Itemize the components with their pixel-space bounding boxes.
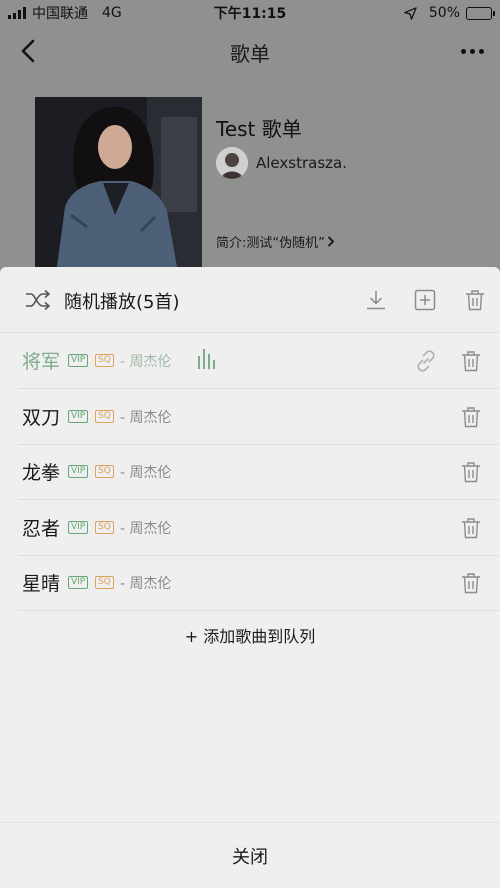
sq-badge: SQ <box>95 576 114 589</box>
cover-photo <box>35 97 202 267</box>
network-label: 4G <box>102 5 122 21</box>
song-artist: - 周杰伦 <box>120 576 172 592</box>
song-row[interactable]: 忍者 VIP SQ - 周杰伦 <box>18 501 500 556</box>
location-icon <box>404 6 417 20</box>
sq-badge: SQ <box>95 520 114 534</box>
playlist-title: Test 歌单 <box>216 117 302 141</box>
link-icon[interactable] <box>414 349 438 373</box>
song-row[interactable]: 星晴 VIP SQ - 周杰伦 <box>18 556 500 611</box>
queue-header: 随机播放(5首) <box>0 267 500 333</box>
vip-badge: VIP <box>68 576 89 589</box>
song-artist: - 周杰伦 <box>120 465 172 481</box>
song-row[interactable]: 龙拳 VIP SQ - 周杰伦 <box>18 445 500 500</box>
sq-badge: SQ <box>95 465 114 478</box>
trash-icon[interactable] <box>459 516 483 540</box>
song-title[interactable]: 将军 <box>22 347 60 374</box>
trash-icon[interactable] <box>459 405 483 429</box>
status-right: 50% <box>404 5 495 21</box>
trash-icon[interactable] <box>459 571 483 595</box>
status-left: 中国联通 4G <box>8 3 122 23</box>
trash-icon[interactable] <box>459 349 483 373</box>
song-title[interactable]: 忍者 <box>22 514 60 541</box>
vip-badge: VIP <box>68 409 89 423</box>
battery-percent: 50% <box>428 5 460 21</box>
vip-badge: VIP <box>68 465 89 478</box>
vip-badge: VIP <box>68 354 89 367</box>
battery-icon <box>466 6 495 20</box>
sq-badge: SQ <box>95 409 114 423</box>
song-row[interactable]: 将军 VIP SQ - 周杰伦 <box>18 334 500 389</box>
add-to-queue-button[interactable]: + 添加歌曲到队列 <box>0 623 500 647</box>
song-row[interactable]: 双刀 VIP SQ - 周杰伦 <box>18 390 500 445</box>
creator-info[interactable]: Alexstrasza. <box>216 147 347 179</box>
creator-name: Alexstrasza. <box>256 154 347 172</box>
playlist-intro[interactable]: 简介:测试“伪随机” <box>216 232 335 251</box>
song-title[interactable]: 双刀 <box>22 403 60 430</box>
trash-icon[interactable] <box>459 460 483 484</box>
more-dots-icon <box>460 48 466 54</box>
sq-badge: SQ <box>95 354 114 367</box>
shuffle-icon[interactable] <box>24 288 52 312</box>
close-bar: 关闭 <box>0 822 500 888</box>
nav-bar: 歌单 <box>0 26 500 76</box>
more-button[interactable] <box>456 38 488 64</box>
clear-queue-trash-icon[interactable] <box>463 288 487 312</box>
intro-text: 简介:测试“伪随机” <box>216 236 325 251</box>
song-artist: - 周杰伦 <box>120 409 172 426</box>
download-icon[interactable] <box>364 288 388 312</box>
page-title: 歌单 <box>230 42 270 66</box>
add-box-icon[interactable] <box>413 288 437 312</box>
vip-badge: VIP <box>68 520 89 534</box>
carrier-label: 中国联通 <box>32 6 88 22</box>
close-button[interactable]: 关闭 <box>0 843 500 869</box>
playlist-cover[interactable] <box>35 97 202 267</box>
play-queue-sheet: 随机播放(5首) 将军 VIP SQ - 周杰伦 双刀 VIP SQ - 周杰伦 龙拳 VIP SQ… <box>0 267 500 888</box>
equalizer-icon <box>198 349 215 369</box>
song-artist: - 周杰伦 <box>120 520 172 537</box>
song-artist: - 周杰伦 <box>120 354 172 370</box>
status-bar: 中国联通 4G 下午11:15 50% <box>0 0 500 26</box>
avatar <box>216 147 248 179</box>
song-title[interactable]: 星晴 <box>22 569 60 596</box>
signal-icon <box>8 7 26 19</box>
queue-title: 随机播放(5首) <box>64 292 180 313</box>
song-title[interactable]: 龙拳 <box>22 458 60 485</box>
chevron-right-icon <box>327 236 335 247</box>
